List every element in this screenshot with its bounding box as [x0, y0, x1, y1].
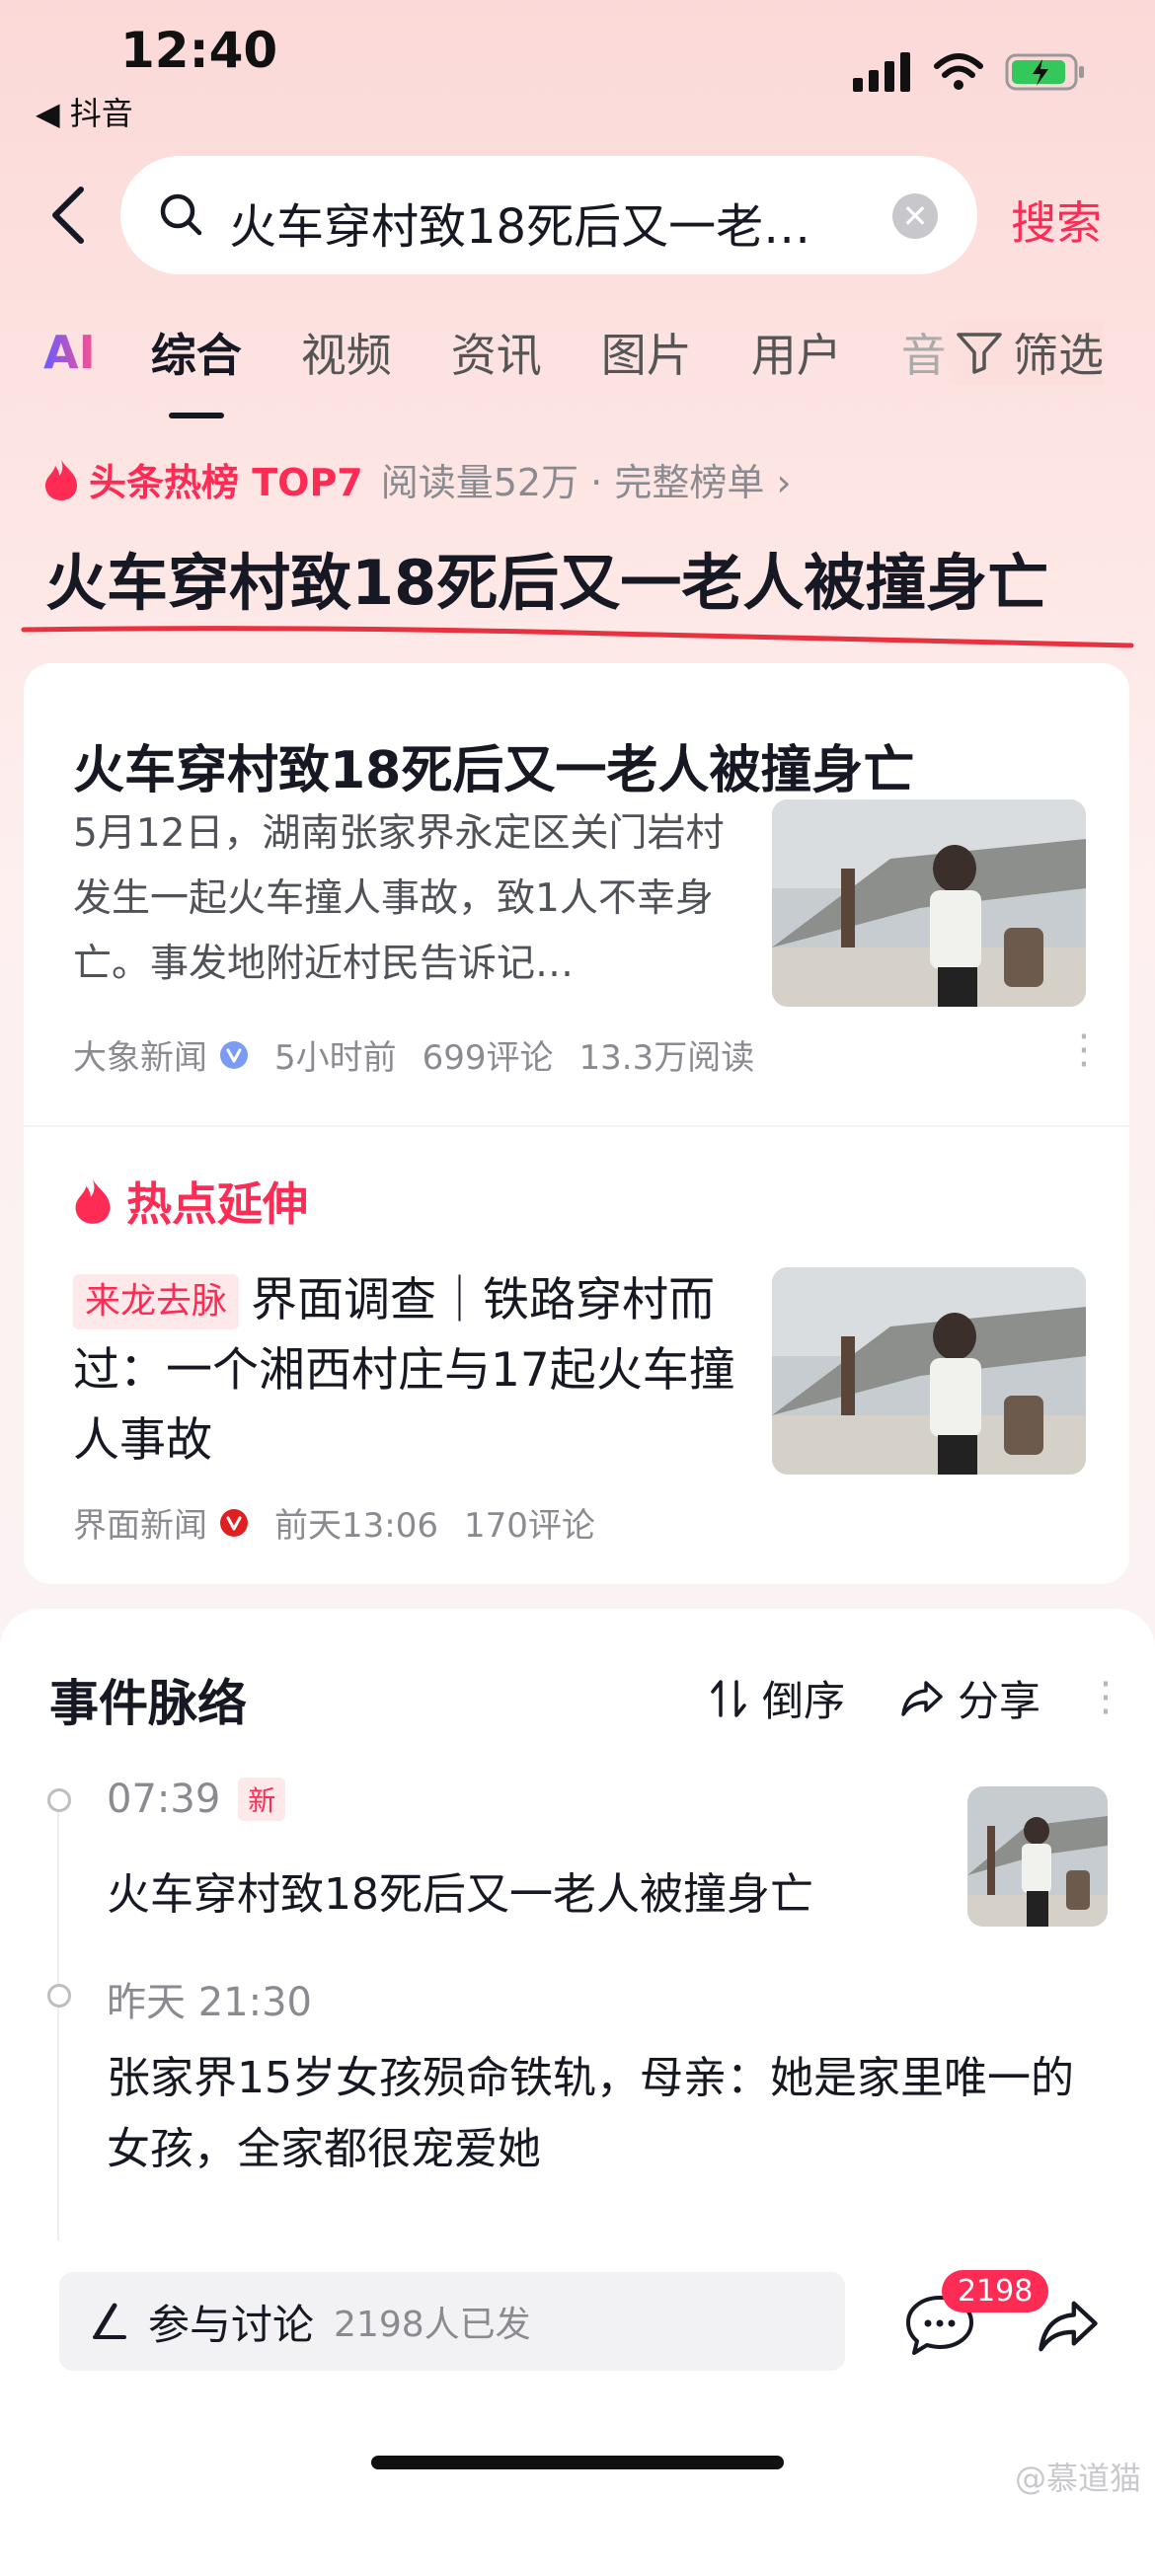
timeline-dot	[47, 1984, 71, 2008]
event-title: 事件脉络	[49, 1675, 247, 1732]
timeline-item-text[interactable]: 张家界15岁女孩殒命铁轨，母亲：她是家里唯一的女孩，全家都很宠爱她	[107, 2043, 1094, 2185]
discuss-count: 2198人已发	[334, 2305, 531, 2345]
search-input[interactable]: 火车穿村致18死后又一老… ✕	[120, 156, 977, 274]
hot-rank-label: 头条热榜 TOP7	[89, 461, 363, 504]
timeline-line	[57, 1802, 59, 2266]
filter-icon	[957, 333, 1002, 374]
status-time: 12:40	[120, 22, 278, 79]
new-badge: 新	[238, 1778, 286, 1821]
back-arrow-icon[interactable]	[43, 186, 93, 245]
news-meta: 大象新闻 5小时前 699评论 13.3万阅读	[73, 1030, 754, 1079]
extension-header: 热点延伸	[73, 1169, 308, 1234]
verified-icon	[220, 1040, 248, 1069]
more-icon[interactable]: · · ·	[1074, 1018, 1094, 1085]
hot-rank-line[interactable]: 头条热榜 TOP7 阅读量52万 · 完整榜单 ›	[43, 452, 792, 506]
extension-source[interactable]: 界面新闻	[73, 1498, 207, 1547]
search-icon	[160, 193, 202, 236]
timeline-dot	[47, 1788, 71, 1812]
timeline-item-text[interactable]: 火车穿村致18死后又一老人被撞身亡	[107, 1859, 813, 1931]
hot-meta: 阅读量52万 · 完整榜单 ›	[380, 461, 792, 504]
timeline-time: 07:39 新	[107, 1777, 286, 1822]
news-title[interactable]: 火车穿村致18死后又一老人被撞身亡	[73, 728, 914, 802]
extension-comments: 170评论	[463, 1506, 595, 1546]
back-to-app-link[interactable]: ◀ 抖音	[36, 89, 133, 134]
tab-ai[interactable]: AI	[43, 326, 96, 379]
share-icon	[901, 1680, 943, 1716]
extension-meta: 界面新闻 前天13:06 170评论	[73, 1498, 595, 1547]
status-icons	[853, 51, 1086, 93]
tab-news[interactable]: 资讯	[451, 320, 542, 385]
filter-label: 筛选	[1013, 329, 1104, 382]
watermark: @慕道猫	[1014, 2460, 1141, 2497]
discuss-input[interactable]: 参与讨论 2198人已发	[59, 2272, 845, 2371]
search-query: 火车穿村致18死后又一老…	[229, 199, 811, 255]
news-time: 5小时前	[274, 1038, 397, 1078]
share-label: 分享	[957, 1677, 1040, 1725]
timeline-time-text: 昨天 21:30	[107, 1980, 312, 2025]
news-thumbnail[interactable]	[772, 799, 1086, 1007]
news-card: 火车穿村致18死后又一老人被撞身亡 5月12日，湖南张家界永定区关门岩村发生一起…	[24, 663, 1129, 1584]
share-icon[interactable]	[1037, 2298, 1100, 2355]
verified-red-icon	[220, 1508, 248, 1537]
clear-icon[interactable]: ✕	[892, 193, 938, 239]
discuss-label: 参与讨论	[148, 2300, 315, 2349]
hot-title[interactable]: 火车穿村致18死后又一老人被撞身亡	[45, 533, 1048, 622]
more-icon[interactable]: · · ·	[1096, 1665, 1116, 1732]
divider	[24, 1125, 1129, 1127]
timeline-thumbnail[interactable]	[967, 1786, 1108, 1927]
tab-users[interactable]: 用户	[751, 320, 842, 385]
tab-comprehensive[interactable]: 综合	[151, 320, 242, 418]
news-summary[interactable]: 5月12日，湖南张家界永定区关门岩村发生一起火车撞人事故，致1人不幸身亡。事发地…	[73, 801, 725, 997]
bottom-bar: 参与讨论 2198人已发 2198 @慕道猫	[0, 2240, 1155, 2499]
news-comments: 699评论	[422, 1038, 554, 1078]
flame-icon	[45, 459, 77, 500]
event-actions: 倒序 分享 · · ·	[709, 1665, 1116, 1732]
news-reads: 13.3万阅读	[578, 1038, 755, 1078]
share-button[interactable]: 分享	[900, 1668, 1040, 1728]
tab-video[interactable]: 视频	[301, 320, 392, 385]
signal-icon	[853, 52, 910, 92]
pen-icon	[93, 2303, 126, 2339]
battery-charging-icon	[1005, 53, 1084, 91]
comment-count-badge: 2198	[942, 2270, 1049, 2312]
search-button[interactable]: 搜索	[1011, 188, 1102, 253]
news-source[interactable]: 大象新闻	[73, 1030, 207, 1079]
sort-icon	[711, 1679, 746, 1717]
wifi-icon	[934, 53, 983, 90]
home-indicator	[371, 2456, 784, 2469]
sort-button[interactable]: 倒序	[709, 1668, 845, 1728]
tab-bar: AI 综合 视频 资讯 图片 用户 音	[43, 320, 1006, 418]
timeline-time: 昨天 21:30	[107, 1970, 312, 2027]
timeline-time-text: 07:39	[107, 1777, 221, 1822]
handdrawn-underline	[21, 626, 1134, 648]
filter-button[interactable]: 筛选	[936, 320, 1104, 385]
extension-thumbnail[interactable]	[772, 1267, 1086, 1475]
extension-header-label: 热点延伸	[126, 1177, 308, 1231]
extension-time: 前天13:06	[274, 1506, 438, 1546]
tag-badge: 来龙去脉	[73, 1274, 240, 1329]
extension-article[interactable]: 来龙去脉 界面调查｜铁路穿村而过：一个湘西村庄与17起火车撞人事故	[73, 1265, 764, 1476]
sort-label: 倒序	[761, 1677, 845, 1725]
flame-icon	[75, 1179, 111, 1224]
tab-images[interactable]: 图片	[601, 320, 692, 385]
